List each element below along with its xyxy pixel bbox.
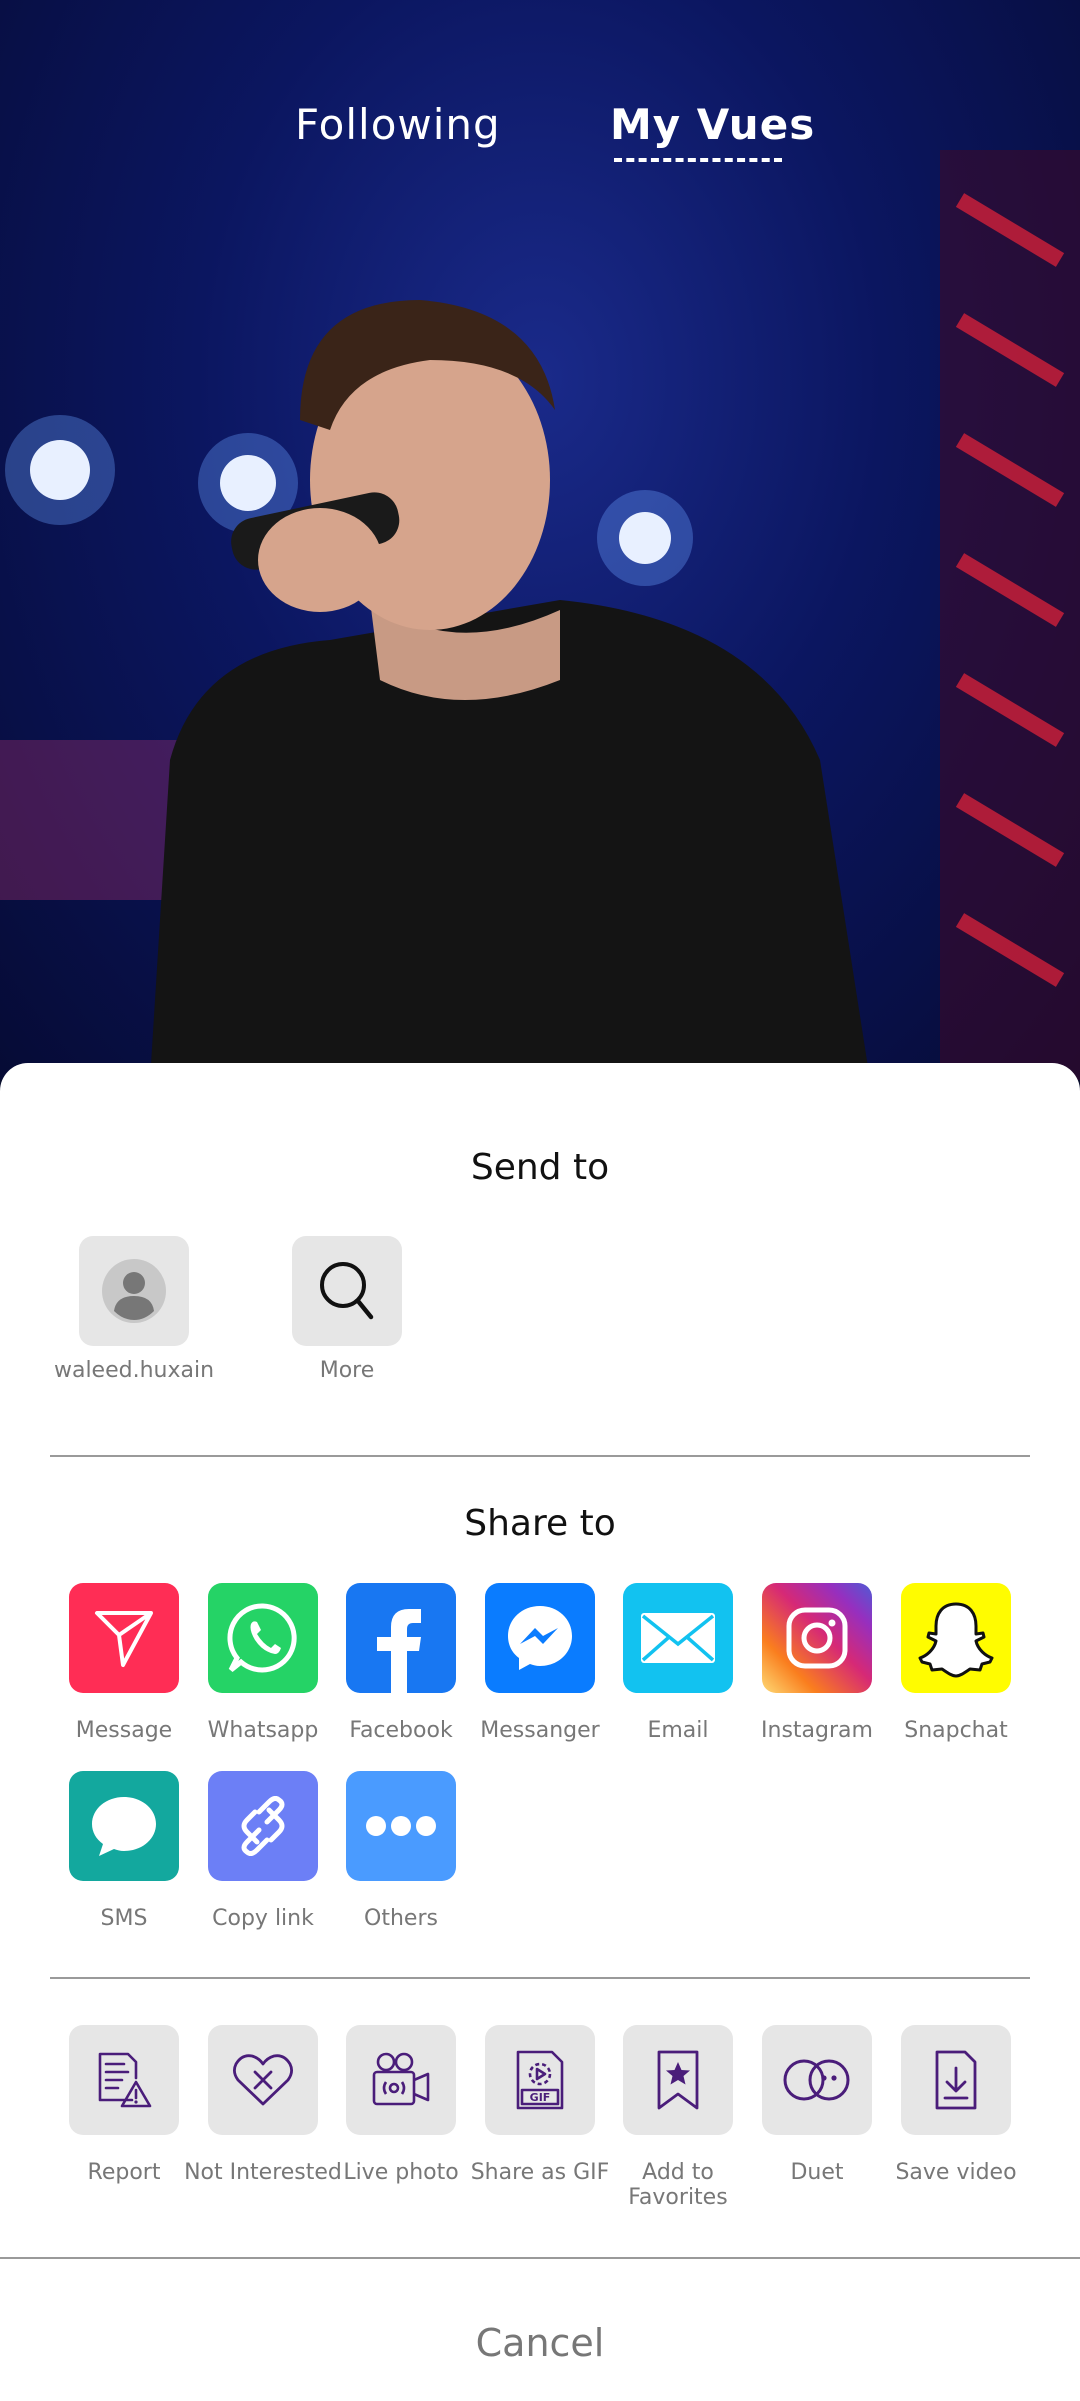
heart-x-icon <box>233 2054 293 2106</box>
share-others-label: Others <box>364 1906 438 1931</box>
more-dots-icon <box>366 1816 436 1836</box>
camera-icon <box>372 2052 430 2106</box>
active-tab-indicator <box>614 158 782 162</box>
live-photo-button[interactable] <box>346 2025 456 2135</box>
report-button[interactable] <box>69 2025 179 2135</box>
search-icon <box>320 1262 374 1320</box>
more-contacts-button[interactable] <box>292 1236 402 1346</box>
share-facebook-button[interactable] <box>346 1583 456 1693</box>
messenger-icon <box>508 1606 572 1670</box>
contact-waleed-button[interactable] <box>79 1236 189 1346</box>
instagram-icon <box>786 1607 848 1669</box>
share-copy-link-button[interactable] <box>208 1771 318 1881</box>
divider <box>50 1455 1030 1457</box>
svg-text:GIF: GIF <box>530 2091 551 2104</box>
snapchat-icon <box>918 1602 994 1678</box>
more-contacts-label: More <box>319 1358 375 1383</box>
share-to-title: Share to <box>464 1503 616 1544</box>
gif-icon: GIF <box>516 2050 564 2110</box>
whatsapp-icon <box>227 1603 297 1673</box>
bookmark-star-icon <box>657 2050 699 2110</box>
duet-button[interactable] <box>762 2025 872 2135</box>
share-message-button[interactable] <box>69 1583 179 1693</box>
download-file-icon <box>935 2050 977 2110</box>
send-icon <box>95 1611 153 1667</box>
add-to-favorites-button[interactable] <box>623 2025 733 2135</box>
save-video-label: Save video <box>895 2160 1017 2185</box>
share-snapchat-button[interactable] <box>901 1583 1011 1693</box>
tab-following[interactable]: Following <box>295 100 501 149</box>
share-whatsapp-button[interactable] <box>208 1583 318 1693</box>
share-messenger-button[interactable] <box>485 1583 595 1693</box>
share-sms-button[interactable] <box>69 1771 179 1881</box>
divider <box>50 1977 1030 1979</box>
link-icon <box>241 1796 285 1856</box>
save-video-button[interactable] <box>901 2025 1011 2135</box>
share-as-gif-button[interactable]: GIF <box>485 2025 595 2135</box>
contact-waleed-label: waleed.huxain <box>53 1358 215 1383</box>
send-to-title: Send to <box>470 1147 610 1188</box>
share-instagram-button[interactable] <box>762 1583 872 1693</box>
cancel-button[interactable]: Cancel <box>0 2303 1080 2383</box>
avatar-icon <box>102 1259 166 1323</box>
not-interested-button[interactable] <box>208 2025 318 2135</box>
share-email-button[interactable] <box>623 1583 733 1693</box>
share-others-button[interactable] <box>346 1771 456 1881</box>
divider <box>0 2257 1080 2259</box>
duet-icon <box>783 2059 850 2101</box>
feed-tabs: Following My Vues <box>0 100 1080 180</box>
share-snapchat-label: Snapchat <box>904 1718 1008 1743</box>
chat-bubble-icon <box>92 1797 156 1856</box>
report-icon <box>98 2052 152 2108</box>
facebook-icon <box>377 1609 421 1693</box>
tab-my-vues[interactable]: My Vues <box>610 100 815 149</box>
email-icon <box>641 1613 715 1663</box>
share-sheet: Send to waleed.huxain More Share to Mess… <box>0 1063 1080 2401</box>
